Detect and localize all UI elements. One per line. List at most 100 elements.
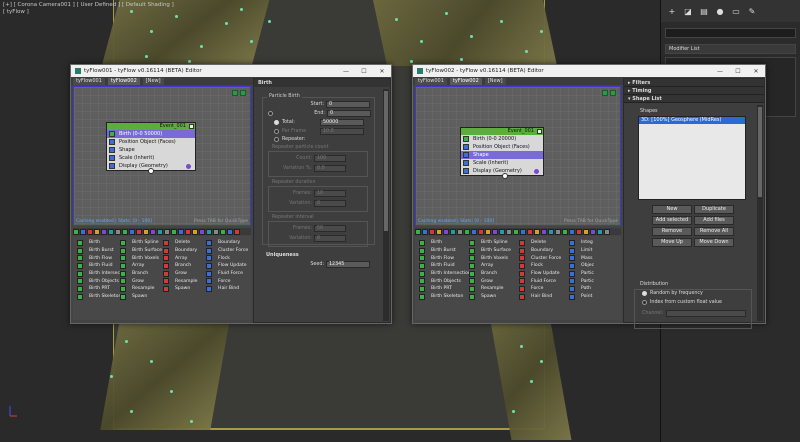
tab-new[interactable]: [New] <box>484 77 506 85</box>
tab-tyflow001[interactable]: tyFlow001 <box>73 77 105 85</box>
palette-operator[interactable]: Spawn <box>120 293 163 301</box>
operator-scale[interactable]: Scale (Inherit) <box>107 154 195 162</box>
operator-category-icon[interactable] <box>73 228 79 235</box>
operator-category-icon[interactable] <box>562 228 568 235</box>
palette-operator[interactable]: Birth Surface <box>469 247 519 255</box>
operator-category-icon[interactable] <box>129 228 135 235</box>
operator-category-icon[interactable] <box>213 228 219 235</box>
operator-category-icon[interactable] <box>436 228 442 235</box>
operator-category-icon[interactable] <box>590 228 596 235</box>
operator-category-icon[interactable] <box>604 228 610 235</box>
variation-pct-input[interactable]: 0.0 <box>314 165 346 172</box>
palette-operator[interactable]: Birth Skeleton <box>77 293 120 301</box>
operator-category-icon[interactable] <box>527 228 533 235</box>
birth-panel-scrollbar[interactable] <box>383 89 389 321</box>
palette-operator[interactable]: Birth Fluid <box>77 262 120 270</box>
remove-button[interactable]: Remove <box>652 227 692 236</box>
move-down-button[interactable]: Move Down <box>694 238 734 247</box>
minimize-button[interactable]: — <box>711 68 729 75</box>
operator-category-icon[interactable] <box>164 228 170 235</box>
minimize-button[interactable]: — <box>337 68 355 75</box>
operator-category-icon[interactable] <box>415 228 421 235</box>
random-radio[interactable] <box>642 291 647 296</box>
palette-operator[interactable]: Force <box>206 277 249 285</box>
operator-category-icon[interactable] <box>478 228 484 235</box>
operator-category-icon[interactable] <box>499 228 505 235</box>
operator-category-icon[interactable] <box>429 228 435 235</box>
shapes-list[interactable]: 3D: [100%] Geosphere (MidRes) <box>638 116 746 200</box>
operator-category-icon[interactable] <box>443 228 449 235</box>
palette-operator[interactable]: Birth PRT <box>77 285 120 293</box>
motion-icon[interactable]: ● <box>715 7 725 16</box>
palette-operator[interactable]: Birth Intersections <box>419 270 469 278</box>
operator-category-icon[interactable] <box>115 228 121 235</box>
palette-operator[interactable]: Cluster Force <box>206 247 249 255</box>
operator-position-object[interactable]: Position Object (Faces) <box>461 143 543 151</box>
operator-category-icon[interactable] <box>492 228 498 235</box>
repeater-checkbox[interactable] <box>274 137 279 142</box>
frames-input[interactable]: 10 <box>314 190 346 197</box>
tab-tyflow002[interactable]: tyFlow002 <box>107 77 140 85</box>
per-frame-radio[interactable] <box>274 129 279 134</box>
remove-all-button[interactable]: Remove All <box>694 227 734 236</box>
palette-operator[interactable]: Birth PRT <box>419 285 469 293</box>
interval-variation-input[interactable]: 0 <box>314 235 346 242</box>
palette-operator[interactable]: Birth Voxels <box>469 254 519 262</box>
operator-category-icon[interactable] <box>178 228 184 235</box>
total-input[interactable]: 50000 <box>320 119 364 126</box>
add-selected-button[interactable]: Add selected <box>652 216 692 225</box>
operator-category-icon[interactable] <box>108 228 114 235</box>
viewport-label-line1[interactable]: [+] [ Corona Camera001 ] [ User Defined … <box>3 2 174 9</box>
interval-frames-input[interactable]: 50 <box>314 225 346 232</box>
palette-operator[interactable]: Birth Burst <box>77 247 120 255</box>
palette-operator[interactable]: Path <box>569 285 619 293</box>
operator-category-icon[interactable] <box>206 228 212 235</box>
operator-category-icon[interactable] <box>157 228 163 235</box>
palette-operator[interactable]: Grow <box>163 270 206 278</box>
event-node[interactable]: Event_001 Birth (0-0 20000) Position Obj… <box>460 127 544 179</box>
operator-category-icon[interactable] <box>576 228 582 235</box>
palette-operator[interactable]: Delete <box>163 239 206 247</box>
utilities-icon[interactable]: ✎ <box>747 7 757 16</box>
palette-operator[interactable]: Partic <box>569 277 619 285</box>
canvas-button-1[interactable] <box>602 90 608 96</box>
palette-operator[interactable]: Boundary <box>519 247 569 255</box>
palette-operator[interactable]: Flock <box>206 254 249 262</box>
palette-operator[interactable]: Resample <box>120 285 163 293</box>
palette-operator[interactable]: Hair Bind <box>519 293 569 301</box>
operator-category-icon[interactable] <box>422 228 428 235</box>
seed-input[interactable]: 12345 <box>326 261 370 268</box>
palette-operator[interactable]: Array <box>469 262 519 270</box>
new-button[interactable]: New <box>652 205 692 214</box>
operator-shape[interactable]: Shape <box>461 151 543 159</box>
palette-operator[interactable]: Delete <box>519 239 569 247</box>
create-icon[interactable]: + <box>667 7 677 16</box>
palette-operator[interactable]: Cluster Force <box>519 254 569 262</box>
operator-category-icon[interactable] <box>192 228 198 235</box>
operator-birth[interactable]: Birth (0-0 50000) <box>107 130 195 138</box>
palette-operator[interactable]: Integ <box>569 239 619 247</box>
palette-operator[interactable]: Birth Fluid <box>419 262 469 270</box>
total-radio[interactable] <box>274 120 279 125</box>
channel-input[interactable] <box>666 310 746 317</box>
palette-operator[interactable]: Fluid Force <box>206 270 249 278</box>
operator-category-icon[interactable] <box>506 228 512 235</box>
palette-operator[interactable]: Hair Bind <box>206 285 249 293</box>
palette-operator[interactable]: Resample <box>163 277 206 285</box>
operator-category-icon[interactable] <box>597 228 603 235</box>
operator-category-icon[interactable] <box>464 228 470 235</box>
operator-category-icon[interactable] <box>101 228 107 235</box>
end-input[interactable]: 0 <box>327 110 371 117</box>
operator-category-icon[interactable] <box>541 228 547 235</box>
event-header[interactable]: Event_001 <box>107 123 195 130</box>
palette-operator[interactable]: Grow <box>120 277 163 285</box>
operator-category-icon[interactable] <box>485 228 491 235</box>
tab-new[interactable]: [New] <box>142 77 164 85</box>
start-input[interactable]: 0 <box>326 101 370 108</box>
palette-operator[interactable]: Branch <box>163 262 206 270</box>
canvas-button-2[interactable] <box>610 90 616 96</box>
operator-category-icon[interactable] <box>136 228 142 235</box>
operator-category-icon[interactable] <box>555 228 561 235</box>
move-up-button[interactable]: Move Up <box>652 238 692 247</box>
maximize-button[interactable]: ☐ <box>355 68 373 75</box>
